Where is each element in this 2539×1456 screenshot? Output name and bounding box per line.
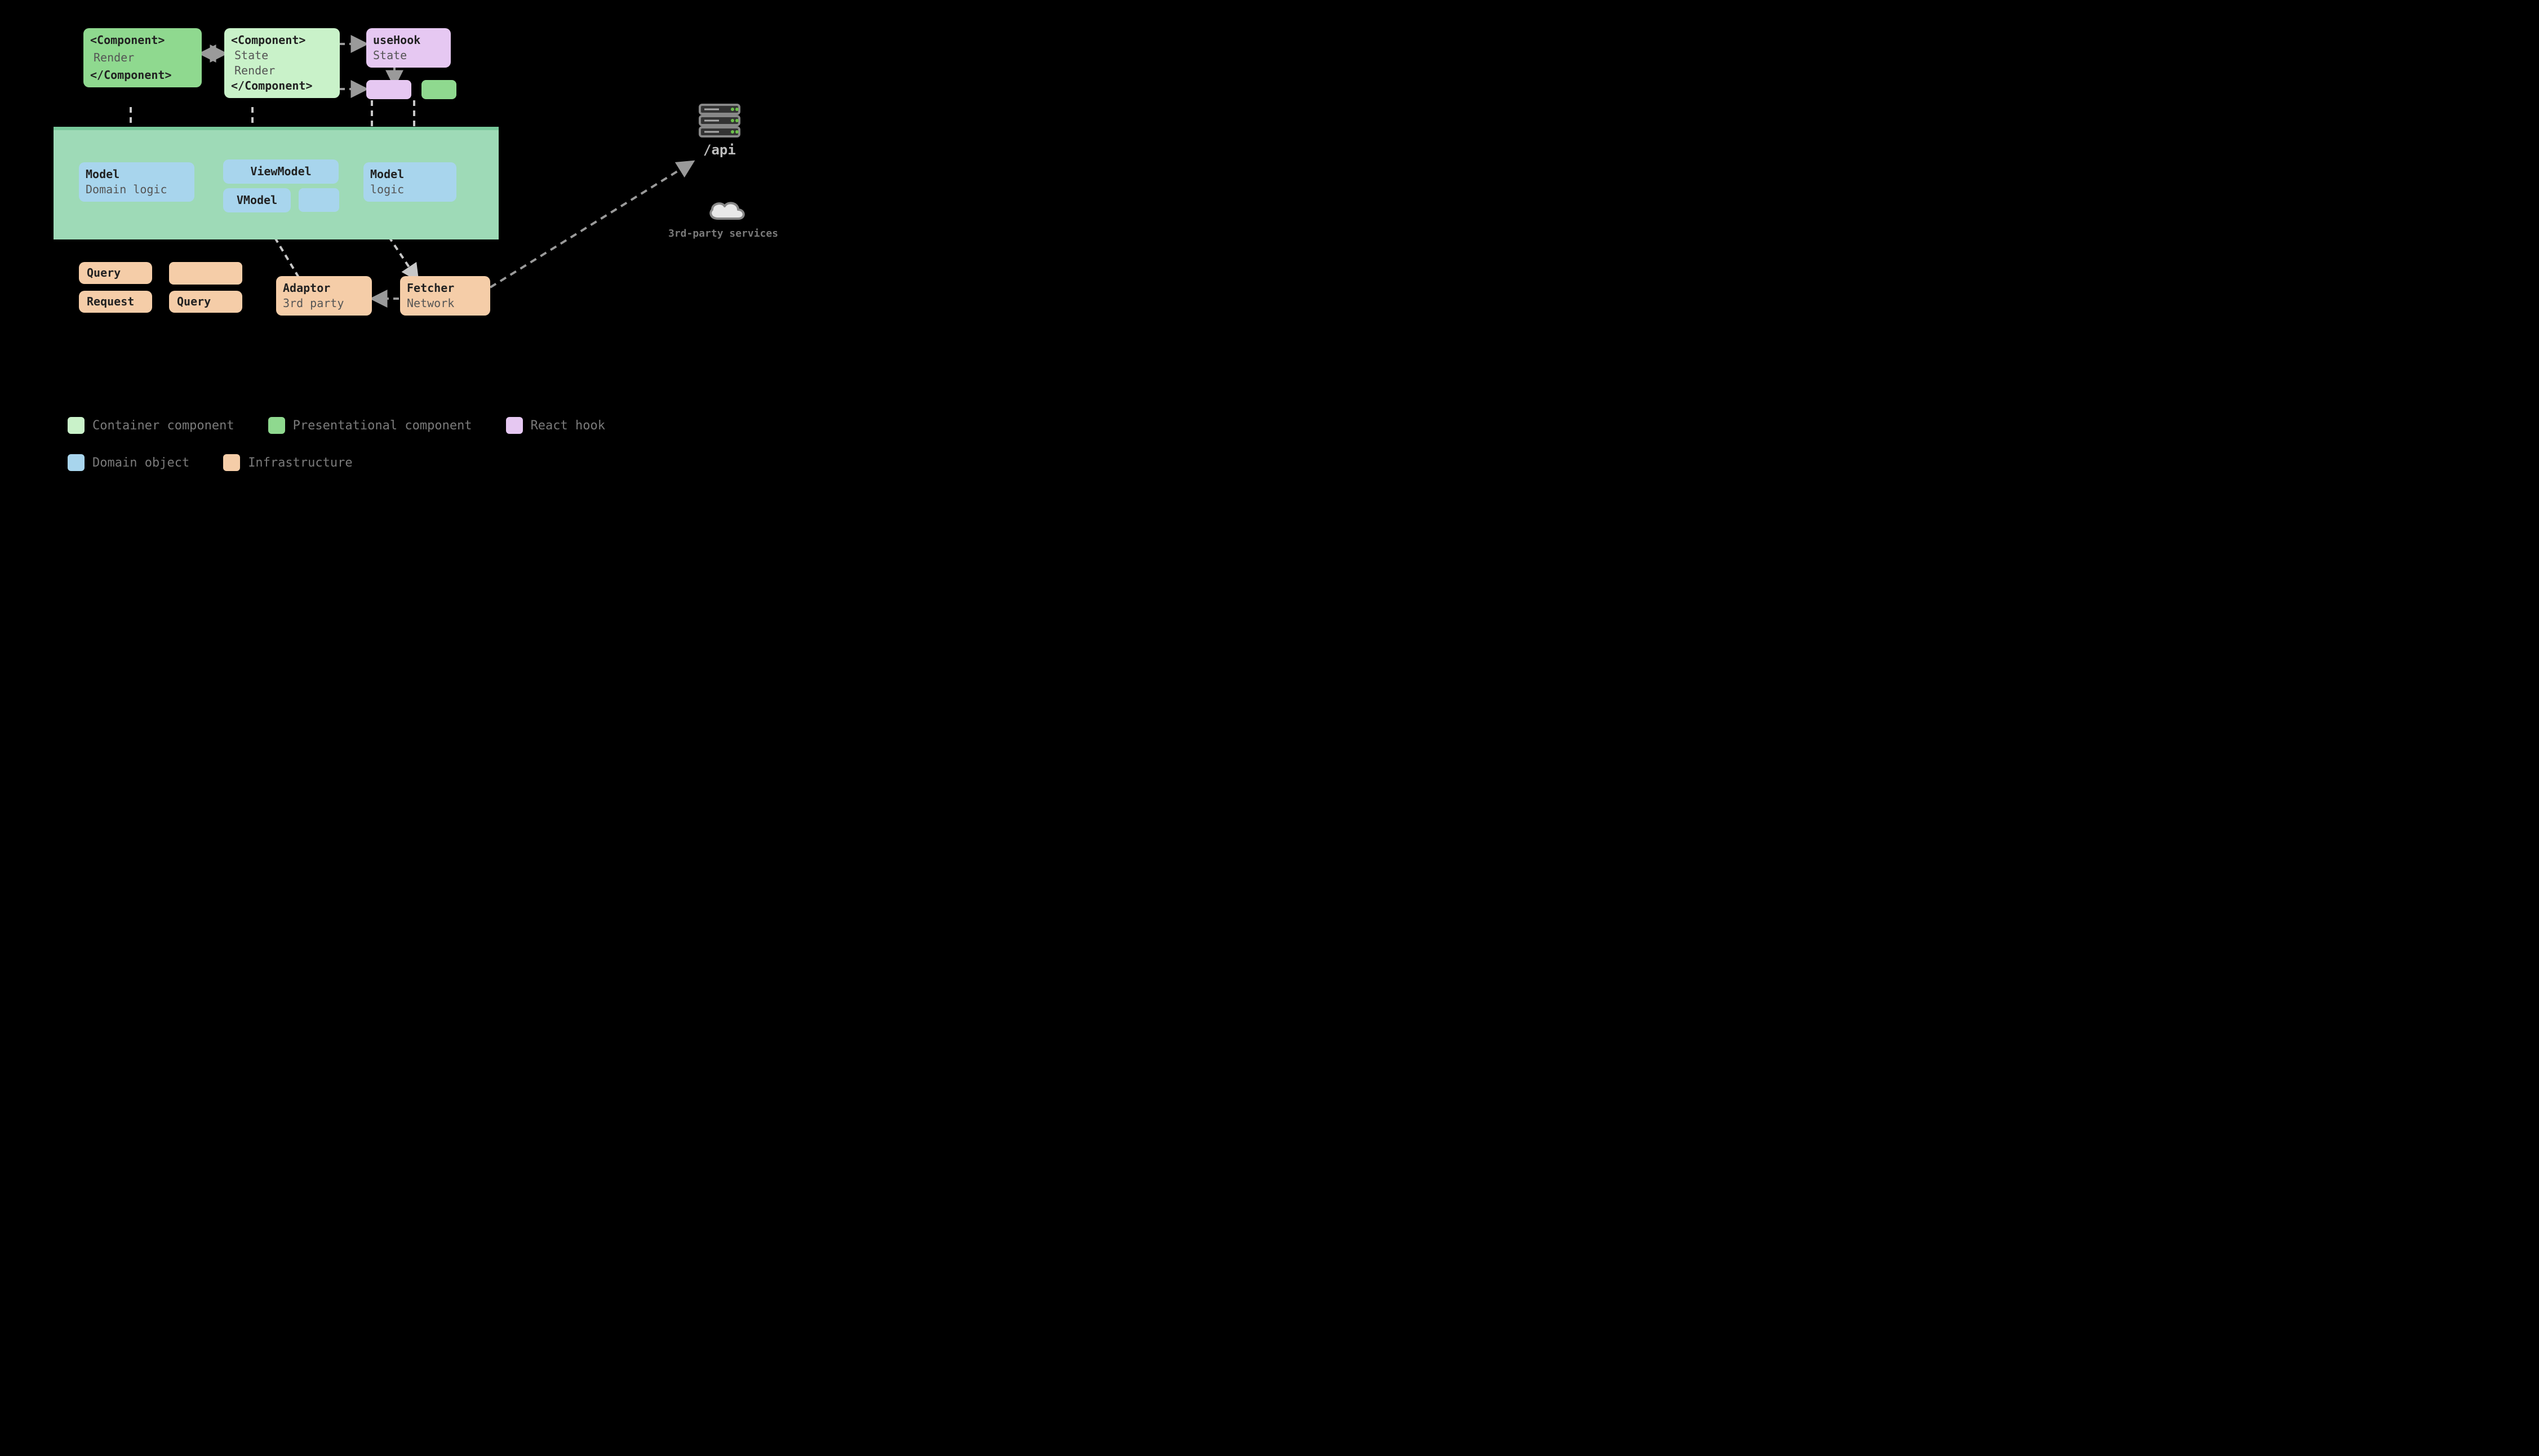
vmodel-title: VModel — [223, 193, 291, 208]
legend-infra: Infrastructure — [223, 454, 352, 471]
swatch-presentational — [268, 417, 285, 434]
adaptor-title: Adaptor — [283, 281, 365, 296]
model-b-sub: logic — [370, 182, 450, 197]
model-b-node: Model logic — [363, 162, 456, 202]
tag-open: <Component> — [231, 33, 333, 48]
swatch-domain — [68, 454, 85, 471]
hook-sub: State — [373, 48, 444, 63]
query-a-title: Query — [87, 265, 144, 281]
model-b-title: Model — [370, 167, 450, 182]
query-b-title: Query — [177, 294, 234, 309]
adaptor-sub: 3rd party — [283, 296, 365, 311]
swatch-container — [68, 417, 85, 434]
body-render: Render — [231, 63, 333, 78]
body: Render — [90, 48, 195, 68]
request-title: Request — [87, 294, 144, 309]
adaptor-node: Adaptor 3rd party — [276, 276, 372, 316]
presentational-chip — [421, 80, 456, 99]
react-hook-node: useHook State — [366, 28, 451, 68]
viewmodel-title: ViewModel — [223, 164, 339, 179]
legend-presentational-label: Presentational component — [293, 419, 472, 433]
domain-chip — [299, 188, 339, 212]
legend-container-label: Container component — [92, 419, 234, 433]
fetcher-sub: Network — [407, 296, 483, 311]
api-label: /api — [703, 142, 736, 158]
hook-title: useHook — [373, 33, 444, 48]
tag-close: </Component> — [90, 68, 195, 83]
model-a-node: Model Domain logic — [79, 162, 194, 202]
swatch-hook — [506, 417, 523, 434]
model-sub: Domain logic — [86, 182, 188, 197]
request-node: Request — [79, 291, 152, 313]
legend-presentational: Presentational component — [268, 417, 472, 434]
legend-hook: React hook — [506, 417, 605, 434]
legend-domain-label: Domain object — [92, 456, 189, 470]
infra-chip — [169, 262, 242, 285]
server-icon — [698, 103, 742, 142]
viewmodel-node: ViewModel — [223, 159, 339, 184]
vmodel-node: VModel — [223, 188, 291, 212]
container-component-node: <Component> State Render </Component> — [224, 28, 340, 98]
tag-open: <Component> — [90, 33, 195, 48]
legend: Container component Presentational compo… — [68, 417, 687, 471]
fetcher-node: Fetcher Network — [400, 276, 490, 316]
third-party-label: 3rd-party services — [668, 228, 778, 239]
query-a-node: Query — [79, 262, 152, 284]
tag-close: </Component> — [231, 78, 333, 94]
cloud-icon — [705, 196, 749, 228]
architecture-diagram: <Component> Render </Component> <Compone… — [0, 0, 854, 490]
query-b-node: Query — [169, 291, 242, 313]
presentational-component-node: <Component> Render </Component> — [83, 28, 202, 87]
react-hook-chip — [366, 80, 411, 99]
legend-infra-label: Infrastructure — [248, 456, 352, 470]
model-title: Model — [86, 167, 188, 182]
swatch-infra — [223, 454, 240, 471]
fetcher-title: Fetcher — [407, 281, 483, 296]
legend-container: Container component — [68, 417, 234, 434]
legend-domain: Domain object — [68, 454, 189, 471]
legend-hook-label: React hook — [531, 419, 605, 433]
body-state: State — [231, 48, 333, 63]
